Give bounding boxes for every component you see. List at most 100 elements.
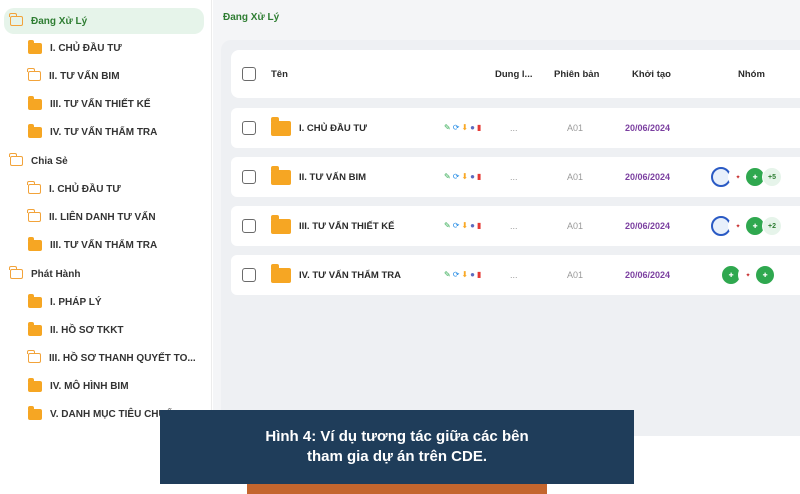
folder-icon xyxy=(28,39,42,54)
folder-icon xyxy=(28,236,42,251)
sidebar-item-phap-ly[interactable]: I. PHÁP LÝ xyxy=(28,289,102,315)
folder-icon xyxy=(271,165,291,185)
row-name: I. CHỦ ĐẦU TƯ xyxy=(299,122,368,134)
row-checkbox[interactable] xyxy=(242,108,256,148)
row-name-cell[interactable]: IV. TƯ VẤN THẨM TRA xyxy=(271,255,401,295)
sidebar-item-label: III. HỒ SƠ THANH QUYẾT TO... xyxy=(49,352,196,364)
share-icon[interactable]: ⟳ xyxy=(453,222,460,230)
more-members-badge[interactable]: +5 xyxy=(762,167,782,187)
column-header-created[interactable]: Khởi tạo xyxy=(632,50,671,98)
info-icon[interactable]: ● xyxy=(470,124,475,132)
share-icon[interactable]: ⟳ xyxy=(453,124,460,132)
table-row[interactable]: II. TƯ VẤN BIM ✎ ⟳ ⬇ ● ▮ ... A01 20/06/2… xyxy=(231,157,800,197)
folder-icon xyxy=(271,263,291,283)
sidebar-item-chu-dau-tu[interactable]: I. CHỦ ĐẦU TƯ xyxy=(28,35,122,61)
row-version: A01 xyxy=(567,172,584,182)
row-created: 20/06/2024 xyxy=(625,172,671,182)
sidebar-item-label: II. LIÊN DANH TƯ VẤN xyxy=(49,211,156,223)
row-name-cell[interactable]: II. TƯ VẤN BIM xyxy=(271,157,366,197)
row-group[interactable]: ✦ ✚ +2 xyxy=(711,206,782,246)
sidebar-item-tu-van-bim[interactable]: II. TƯ VẤN BIM xyxy=(27,63,120,89)
more-members-badge[interactable]: +2 xyxy=(762,216,782,236)
column-header-version[interactable]: Phiên bản xyxy=(554,50,599,98)
sidebar-item-label: II. HỒ SƠ TKKT xyxy=(50,324,124,336)
delete-icon[interactable]: ▮ xyxy=(477,173,481,181)
row-name-cell[interactable]: III. TƯ VẤN THIẾT KẾ xyxy=(271,206,395,246)
sidebar-item-label: IV. MÔ HÌNH BIM xyxy=(50,380,129,392)
sidebar-item-shared-chu-dau-tu[interactable]: I. CHỦ ĐẦU TƯ xyxy=(27,176,121,202)
figure-caption: Hình 4: Ví dụ tương tác giữa các bên tha… xyxy=(160,410,634,484)
group-avatar-logo: ✚ xyxy=(755,265,775,285)
info-icon[interactable]: ● xyxy=(470,222,475,230)
row-version: A01 xyxy=(567,221,584,231)
share-icon[interactable]: ⟳ xyxy=(453,173,460,181)
sidebar-item-ho-so-thanh-quyet-toan[interactable]: III. HỒ SƠ THANH QUYẾT TO... xyxy=(27,345,196,371)
edit-icon[interactable]: ✎ xyxy=(444,271,451,279)
folder-icon xyxy=(28,123,42,138)
row-created: 20/06/2024 xyxy=(625,221,671,231)
row-version: A01 xyxy=(567,123,584,133)
folder-open-icon xyxy=(9,153,23,166)
sidebar-section-label: Đang Xử Lý xyxy=(31,15,88,27)
sidebar-item-label: I. CHỦ ĐẦU TƯ xyxy=(49,183,121,195)
row-group[interactable]: ✚ ✦ ✚ xyxy=(721,255,775,295)
delete-icon[interactable]: ▮ xyxy=(477,222,481,230)
download-icon[interactable]: ⬇ xyxy=(461,222,468,230)
table-header: Tên Dung l... Phiên bản Khởi tạo Nhóm xyxy=(231,50,800,98)
row-version: A01 xyxy=(567,270,584,280)
sidebar-item-label: III. TƯ VẤN THIẾT KẾ xyxy=(50,98,151,110)
caption-accent-bar xyxy=(247,484,547,494)
sidebar-item-danh-muc-tieu-chuan[interactable]: V. DANH MỤC TIÊU CHUẨ xyxy=(28,401,173,427)
info-icon[interactable]: ● xyxy=(470,271,475,279)
sidebar-section-label: Phát Hành xyxy=(31,268,81,280)
sidebar-item-lien-danh-tu-van[interactable]: II. LIÊN DANH TƯ VẤN xyxy=(27,204,156,230)
delete-icon[interactable]: ▮ xyxy=(477,124,481,132)
caption-line-1: Hình 4: Ví dụ tương tác giữa các bên xyxy=(265,428,529,445)
share-icon[interactable]: ⟳ xyxy=(453,271,460,279)
row-size: ... xyxy=(510,172,518,182)
folder-sidebar: Đang Xử Lý I. CHỦ ĐẦU TƯ II. TƯ VẤN BIM … xyxy=(0,0,212,436)
sidebar-section-published[interactable]: Phát Hành xyxy=(9,261,81,287)
folder-icon xyxy=(28,95,42,110)
row-actions: ✎ ⟳ ⬇ ● ▮ xyxy=(444,255,481,295)
edit-icon[interactable]: ✎ xyxy=(444,222,451,230)
sidebar-item-mo-hinh-bim[interactable]: IV. MÔ HÌNH BIM xyxy=(28,373,129,399)
row-name-cell[interactable]: I. CHỦ ĐẦU TƯ xyxy=(271,108,367,148)
row-checkbox[interactable] xyxy=(242,206,256,246)
sidebar-item-ho-so-tkkt[interactable]: II. HỒ SƠ TKKT xyxy=(28,317,124,343)
column-header-group[interactable]: Nhóm xyxy=(738,50,765,98)
delete-icon[interactable]: ▮ xyxy=(477,271,481,279)
sidebar-section-processing[interactable]: Đang Xử Lý xyxy=(4,8,204,34)
download-icon[interactable]: ⬇ xyxy=(461,124,468,132)
row-actions: ✎ ⟳ ⬇ ● ▮ xyxy=(444,108,481,148)
table-row[interactable]: III. TƯ VẤN THIẾT KẾ ✎ ⟳ ⬇ ● ▮ ... A01 2… xyxy=(231,206,800,246)
row-checkbox[interactable] xyxy=(242,157,256,197)
edit-icon[interactable]: ✎ xyxy=(444,124,451,132)
select-all-checkbox[interactable] xyxy=(242,50,256,98)
sidebar-item-label: II. TƯ VẤN BIM xyxy=(49,70,120,82)
column-header-name[interactable]: Tên xyxy=(271,50,288,98)
sidebar-section-label: Chia Sẻ xyxy=(31,155,68,167)
breadcrumb[interactable]: Đang Xử Lý xyxy=(223,12,279,23)
column-header-size[interactable]: Dung l... xyxy=(495,50,532,98)
edit-icon[interactable]: ✎ xyxy=(444,173,451,181)
caption-line-2: tham gia dự án trên CDE. xyxy=(306,448,488,465)
row-checkbox[interactable] xyxy=(242,255,256,295)
sidebar-item-label: V. DANH MỤC TIÊU CHUẨ xyxy=(50,408,173,420)
row-group[interactable]: ✦ ✚ +5 xyxy=(711,157,782,197)
sidebar-section-shared[interactable]: Chia Sẻ xyxy=(9,148,68,174)
folder-icon xyxy=(28,377,42,392)
sidebar-item-tu-van-tham-tra[interactable]: IV. TƯ VẤN THẨM TRA xyxy=(28,119,157,145)
table-row[interactable]: IV. TƯ VẤN THẨM TRA ✎ ⟳ ⬇ ● ▮ ... A01 20… xyxy=(231,255,800,295)
row-actions: ✎ ⟳ ⬇ ● ▮ xyxy=(444,206,481,246)
sidebar-item-label: I. CHỦ ĐẦU TƯ xyxy=(50,42,122,54)
table-row[interactable]: I. CHỦ ĐẦU TƯ ✎ ⟳ ⬇ ● ▮ ... A01 20/06/20… xyxy=(231,108,800,148)
folder-icon xyxy=(28,405,42,420)
download-icon[interactable]: ⬇ xyxy=(461,173,468,181)
sidebar-item-tu-van-thiet-ke[interactable]: III. TƯ VẤN THIẾT KẾ xyxy=(28,91,151,117)
info-icon[interactable]: ● xyxy=(470,173,475,181)
folder-outline-icon xyxy=(27,350,41,363)
download-icon[interactable]: ⬇ xyxy=(461,271,468,279)
sidebar-item-shared-tham-tra[interactable]: III. TƯ VẤN THẨM TRA xyxy=(28,232,157,258)
folder-icon xyxy=(28,321,42,336)
